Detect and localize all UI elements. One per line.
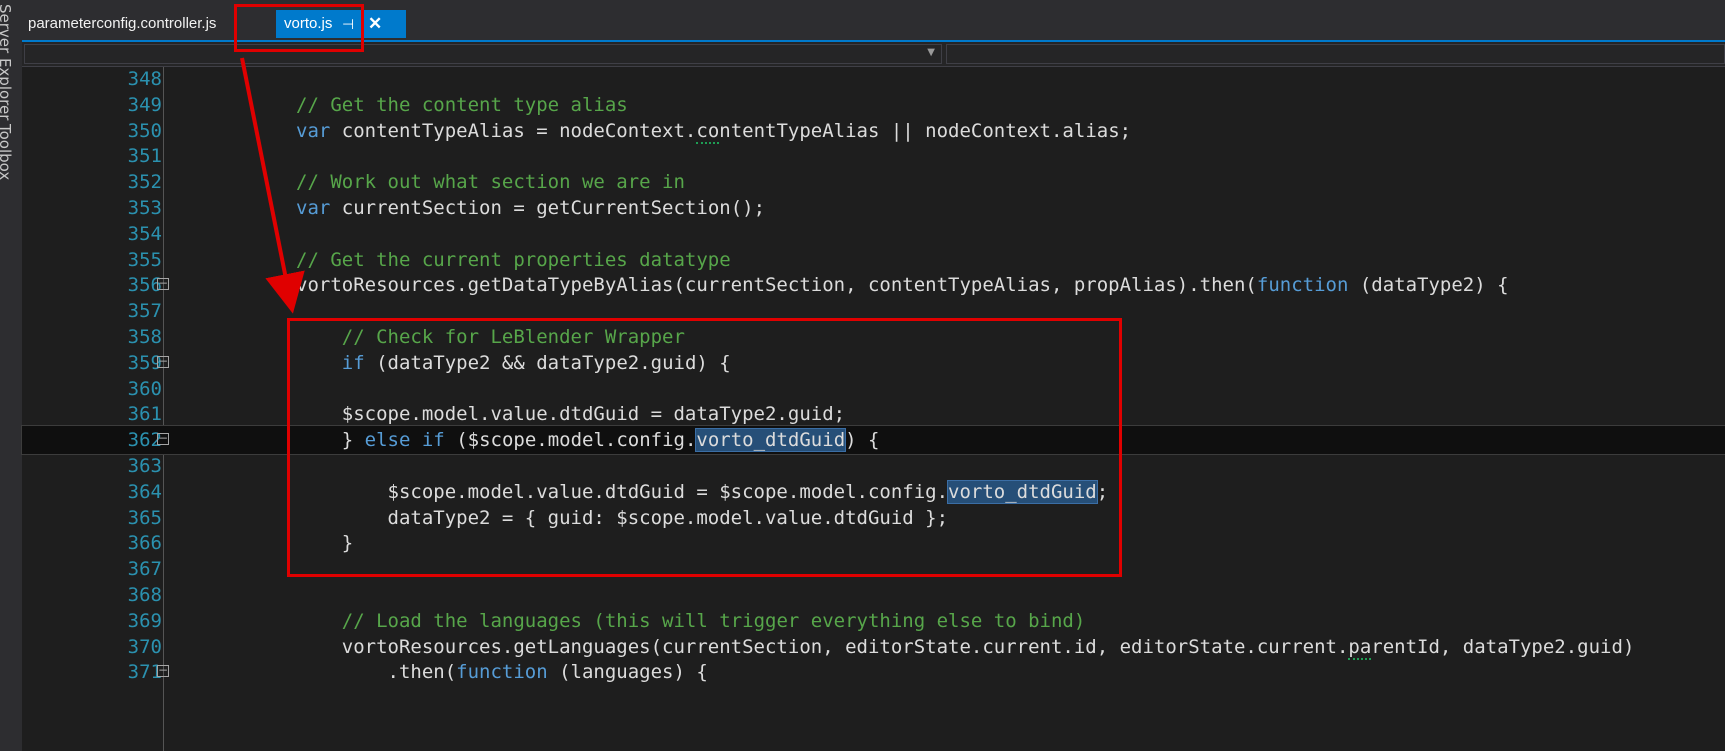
line-number: 366	[127, 532, 162, 555]
code-token: .then(	[296, 661, 457, 684]
line-number: 354	[127, 222, 162, 245]
code-text: // Work out what section we are in	[296, 168, 685, 196]
line-number: 364	[127, 480, 162, 503]
server-explorer-tab[interactable]: Server Explorer	[0, 4, 14, 120]
collapse-icon[interactable]: −	[157, 355, 169, 368]
line-number: 353	[127, 197, 162, 219]
code-line[interactable]: 355 // Get the current properties datatyp…	[22, 246, 1725, 274]
close-icon[interactable]: ✕	[368, 10, 382, 38]
code-text: var currentSection = getCurrentSection()…	[296, 194, 765, 222]
code-keyword: function	[456, 661, 548, 684]
code-token: pa	[1348, 635, 1372, 660]
code-line[interactable]: 371− .then(function (languages) {	[22, 658, 1725, 686]
code-line[interactable]: 351	[22, 142, 1725, 170]
code-line[interactable]: 350 var contentTypeAlias = nodeContext.co…	[22, 117, 1725, 145]
code-line[interactable]: 349 // Get the content type alias	[22, 91, 1725, 119]
line-number: 362	[127, 429, 162, 452]
code-token: rentId, dataType2.guid)	[1371, 635, 1635, 658]
collapse-icon[interactable]: −	[157, 277, 169, 291]
line-number: 357	[127, 300, 162, 323]
code-text: .then(function (languages) {	[296, 658, 708, 686]
code-text: vortoResources.getDataTypeByAlias(curren…	[296, 271, 1509, 299]
line-number: 368	[127, 584, 162, 606]
tab-highlight-box	[234, 4, 364, 52]
code-comment: // Work out what section we are in	[296, 171, 685, 194]
code-token: vortoResources.getDataTypeByAlias(curren…	[296, 274, 1257, 297]
line-number: 349	[127, 93, 162, 116]
code-line[interactable]: 352 // Work out what section we are in	[22, 168, 1725, 196]
line-number: 359	[127, 351, 162, 374]
code-comment: // Load the languages (this will trigger…	[341, 609, 1086, 632]
code-token: contentTypeAlias = nodeContext.	[330, 119, 697, 142]
scope-dropdown[interactable]: ▼	[24, 44, 942, 64]
code-token: (dataType2) {	[1348, 274, 1509, 297]
code-line[interactable]: 354	[22, 220, 1725, 248]
line-number: 350	[127, 119, 162, 142]
line-number: 371	[127, 661, 162, 684]
code-token: co	[696, 119, 720, 144]
line-number: 361	[127, 403, 162, 426]
code-highlight-box	[287, 318, 1122, 577]
code-line[interactable]: 368	[22, 581, 1725, 609]
collapse-icon[interactable]: −	[157, 432, 169, 446]
line-number: 351	[127, 145, 162, 168]
code-text: vortoResources.getLanguages(currentSecti…	[296, 633, 1634, 661]
line-number: 356	[127, 274, 162, 297]
code-keyword: var	[296, 197, 331, 219]
line-number: 363	[127, 455, 162, 477]
line-number: 367	[127, 558, 162, 581]
side-tool-rail: Server Explorer Toolbox	[0, 0, 23, 751]
code-comment: // Get the current properties datatype	[296, 248, 731, 271]
code-text: // Get the current properties datatype	[296, 246, 731, 274]
code-keyword: function	[1256, 274, 1349, 297]
toolbox-tab[interactable]: Toolbox	[0, 124, 14, 180]
tab-label: parameterconfig.controller.js	[28, 15, 217, 32]
code-line[interactable]: 348	[22, 65, 1725, 93]
line-number: 365	[127, 506, 162, 529]
line-number: 370	[127, 635, 162, 658]
code-line[interactable]: 353 var currentSection = getCurrentSectio…	[22, 194, 1725, 222]
code-token: ntentTypeAlias || nodeContext.alias;	[719, 119, 1132, 142]
line-number: 358	[127, 326, 162, 348]
chevron-down-icon[interactable]: ▼	[927, 47, 935, 58]
tab-parameterconfig-controller[interactable]: parameterconfig.controller.js	[28, 10, 216, 38]
code-line[interactable]: 356− vortoResources.getDataTypeByAlias(cu…	[22, 271, 1725, 299]
member-dropdown[interactable]	[946, 44, 1725, 64]
code-text: var contentTypeAlias = nodeContext.conte…	[296, 117, 1131, 145]
line-number: 369	[127, 609, 162, 632]
code-token: currentSection = getCurrentSection();	[330, 197, 766, 219]
line-number: 360	[127, 377, 162, 400]
collapse-icon[interactable]: −	[157, 664, 169, 678]
line-number: 348	[127, 68, 162, 90]
code-keyword: var	[296, 119, 331, 142]
code-token: (languages) {	[547, 661, 708, 684]
code-token: vortoResources.getLanguages(currentSecti…	[296, 635, 1349, 658]
line-number: 355	[127, 248, 162, 271]
code-line[interactable]: 370 vortoResources.getLanguages(currentS…	[22, 633, 1725, 661]
code-text: // Get the content type alias	[296, 91, 628, 119]
code-comment: // Get the content type alias	[296, 93, 628, 116]
code-text: // Load the languages (this will trigger…	[296, 607, 1086, 635]
code-line[interactable]: 369 // Load the languages (this will tri…	[22, 607, 1725, 635]
line-number: 352	[127, 171, 162, 194]
